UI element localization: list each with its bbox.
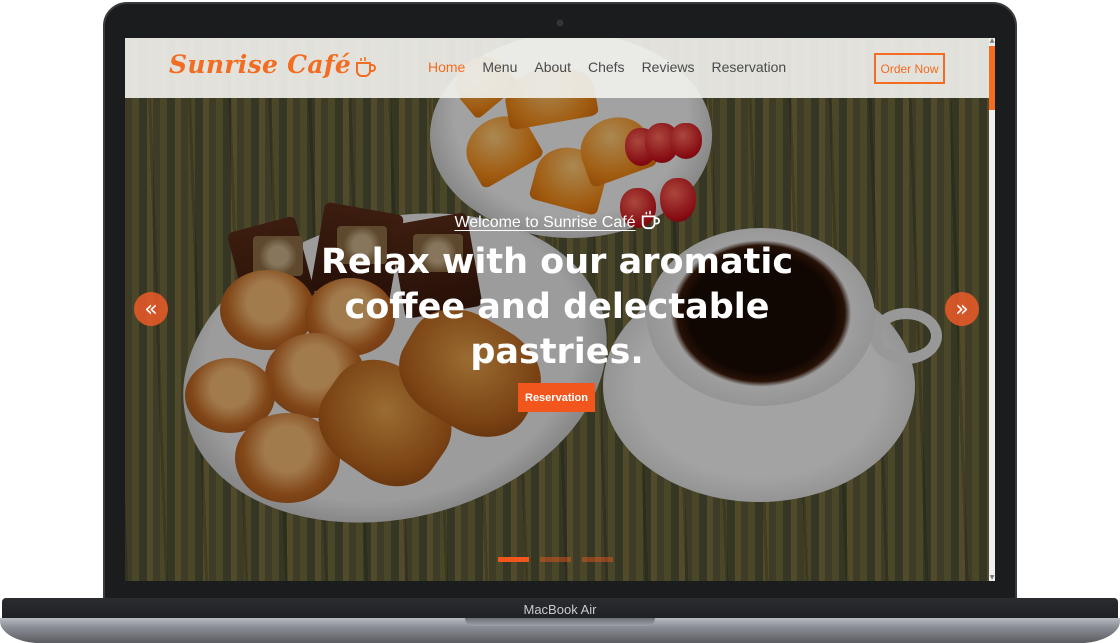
coffee-cup-icon	[641, 210, 660, 230]
nav-link-about[interactable]: About	[534, 59, 571, 75]
navbar: Sunrise Café Home Menu About Chefs Revie…	[125, 38, 989, 98]
nav-link-home[interactable]: Home	[428, 59, 465, 75]
nav-link-reservation[interactable]: Reservation	[711, 59, 786, 75]
order-now-button[interactable]: Order Now	[874, 53, 945, 84]
nav-link-reviews[interactable]: Reviews	[642, 59, 695, 75]
carousel-next-button[interactable]: »	[945, 292, 979, 326]
scroll-down-arrow-icon[interactable]: ▼	[989, 575, 995, 581]
coffee-cup-icon	[356, 56, 377, 77]
double-chevron-right-icon: »	[955, 296, 969, 322]
carousel-indicator-1[interactable]	[498, 557, 529, 562]
nav-menu: Home Menu About Chefs Reviews Reservatio…	[428, 59, 786, 75]
carousel-prev-button[interactable]: «	[134, 292, 168, 326]
nav-link-chefs[interactable]: Chefs	[588, 59, 625, 75]
double-chevron-left-icon: «	[144, 296, 158, 322]
scroll-up-arrow-icon[interactable]: ▲	[989, 38, 995, 44]
brand-name: Sunrise Café	[169, 50, 352, 79]
hero-headline: Relax with our aromatic coffee and delec…	[320, 242, 794, 372]
scrollbar-thumb[interactable]	[989, 46, 995, 110]
reservation-button[interactable]: Reservation	[518, 383, 595, 412]
carousel-indicator-3[interactable]	[582, 557, 613, 562]
device-label: MacBook Air	[523, 602, 597, 617]
brand-logo[interactable]: Sunrise Café	[169, 50, 377, 79]
hero-welcome-link[interactable]: Welcome to Sunrise Café	[125, 210, 989, 232]
carousel-indicator-2[interactable]	[540, 557, 571, 562]
camera-icon	[557, 20, 563, 26]
carousel-indicators	[498, 557, 613, 562]
hero-welcome-text: Welcome to Sunrise Café	[454, 214, 636, 231]
browser-viewport: Sunrise Café Home Menu About Chefs Revie…	[125, 38, 995, 581]
page-scrollbar[interactable]: ▲ ▼	[989, 38, 995, 581]
nav-link-menu[interactable]: Menu	[482, 59, 517, 75]
